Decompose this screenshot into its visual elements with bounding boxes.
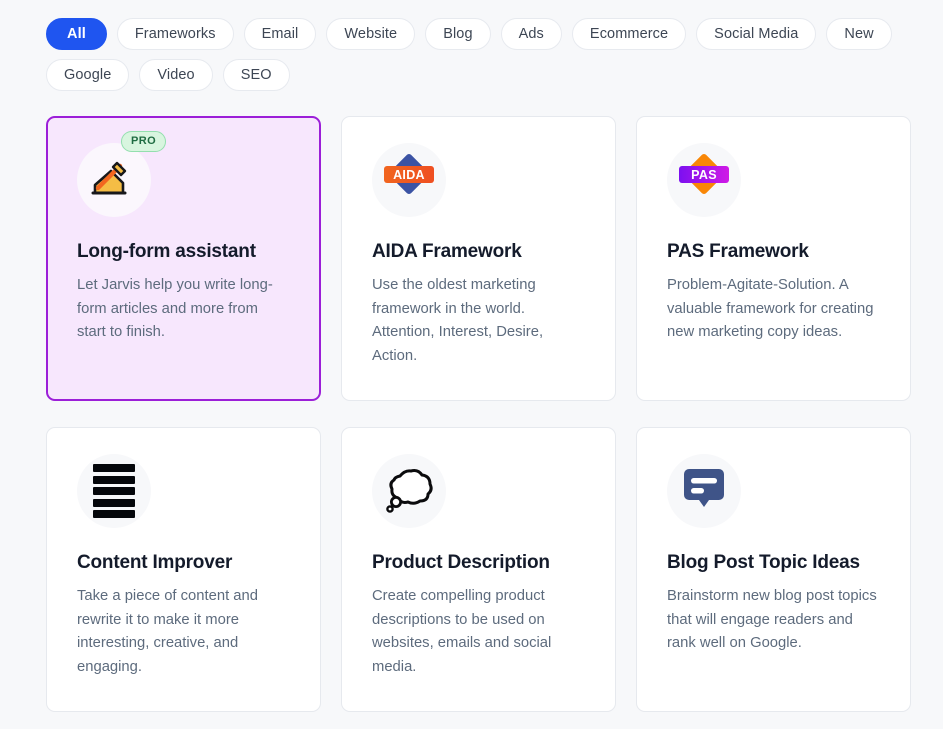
filter-pill-new[interactable]: New xyxy=(826,18,891,50)
card-title: Product Description xyxy=(372,552,585,574)
filter-pill-frameworks[interactable]: Frameworks xyxy=(117,18,234,50)
filter-pill-all[interactable]: All xyxy=(46,18,107,50)
card-description: Create compelling product descriptions t… xyxy=(372,585,585,679)
card-title: Long-form assistant xyxy=(77,241,290,263)
card-icon-wrap xyxy=(667,454,741,528)
filter-pill-seo[interactable]: SEO xyxy=(223,59,290,91)
thought-bubble-icon xyxy=(383,466,435,516)
filter-pill-social-media[interactable]: Social Media xyxy=(696,18,816,50)
pro-badge: PRO xyxy=(121,131,166,152)
writing-hand-icon xyxy=(89,155,139,205)
template-card[interactable]: Blog Post Topic Ideas Brainstorm new blo… xyxy=(636,427,911,712)
card-description: Brainstorm new blog post topics that wil… xyxy=(667,585,880,656)
speech-balloon-icon xyxy=(679,468,729,514)
card-icon-wrap: PAS xyxy=(667,143,741,217)
card-description: Problem-Agitate-Solution. A valuable fra… xyxy=(667,274,880,345)
filter-pill-ads[interactable]: Ads xyxy=(501,18,562,50)
text-lines-icon xyxy=(93,464,135,518)
card-icon-wrap xyxy=(77,454,151,528)
filter-pill-blog[interactable]: Blog xyxy=(425,18,490,50)
template-card[interactable]: PRO Long-form assistant Let Jarvis help … xyxy=(46,116,321,401)
template-card[interactable]: Content Improver Take a piece of content… xyxy=(46,427,321,712)
card-description: Take a piece of content and rewrite it t… xyxy=(77,585,290,679)
template-card[interactable]: AIDA AIDA Framework Use the oldest marke… xyxy=(341,116,616,401)
template-card[interactable]: Product Description Create compelling pr… xyxy=(341,427,616,712)
aida-badge-icon: AIDA xyxy=(383,154,435,206)
badge-plate: PAS xyxy=(679,166,729,183)
card-title: AIDA Framework xyxy=(372,241,585,263)
filter-pill-ecommerce[interactable]: Ecommerce xyxy=(572,18,686,50)
card-icon-disc xyxy=(77,143,151,217)
pas-badge-icon: PAS xyxy=(678,154,730,206)
filter-pill-google[interactable]: Google xyxy=(46,59,129,91)
card-title: Content Improver xyxy=(77,552,290,574)
filter-pill-bar: All Frameworks Email Website Blog Ads Ecommerc… xyxy=(0,0,943,91)
filter-pill-website[interactable]: Website xyxy=(326,18,415,50)
card-description: Let Jarvis help you write long-form arti… xyxy=(77,274,290,345)
filter-pill-email[interactable]: Email xyxy=(244,18,317,50)
card-icon-wrap: AIDA xyxy=(372,143,446,217)
badge-plate: AIDA xyxy=(384,166,434,183)
template-card-grid: PRO Long-form assistant Let Jarvis help … xyxy=(0,91,943,712)
card-icon-disc xyxy=(667,454,741,528)
card-icon-disc xyxy=(77,454,151,528)
card-icon-wrap xyxy=(372,454,446,528)
card-title: Blog Post Topic Ideas xyxy=(667,552,880,574)
card-icon-disc xyxy=(372,454,446,528)
card-title: PAS Framework xyxy=(667,241,880,263)
card-icon-disc: AIDA xyxy=(372,143,446,217)
card-description: Use the oldest marketing framework in th… xyxy=(372,274,585,368)
template-card[interactable]: PAS PAS Framework Problem-Agitate-Soluti… xyxy=(636,116,911,401)
filter-pill-video[interactable]: Video xyxy=(139,59,212,91)
card-icon-wrap: PRO xyxy=(77,143,151,217)
card-icon-disc: PAS xyxy=(667,143,741,217)
